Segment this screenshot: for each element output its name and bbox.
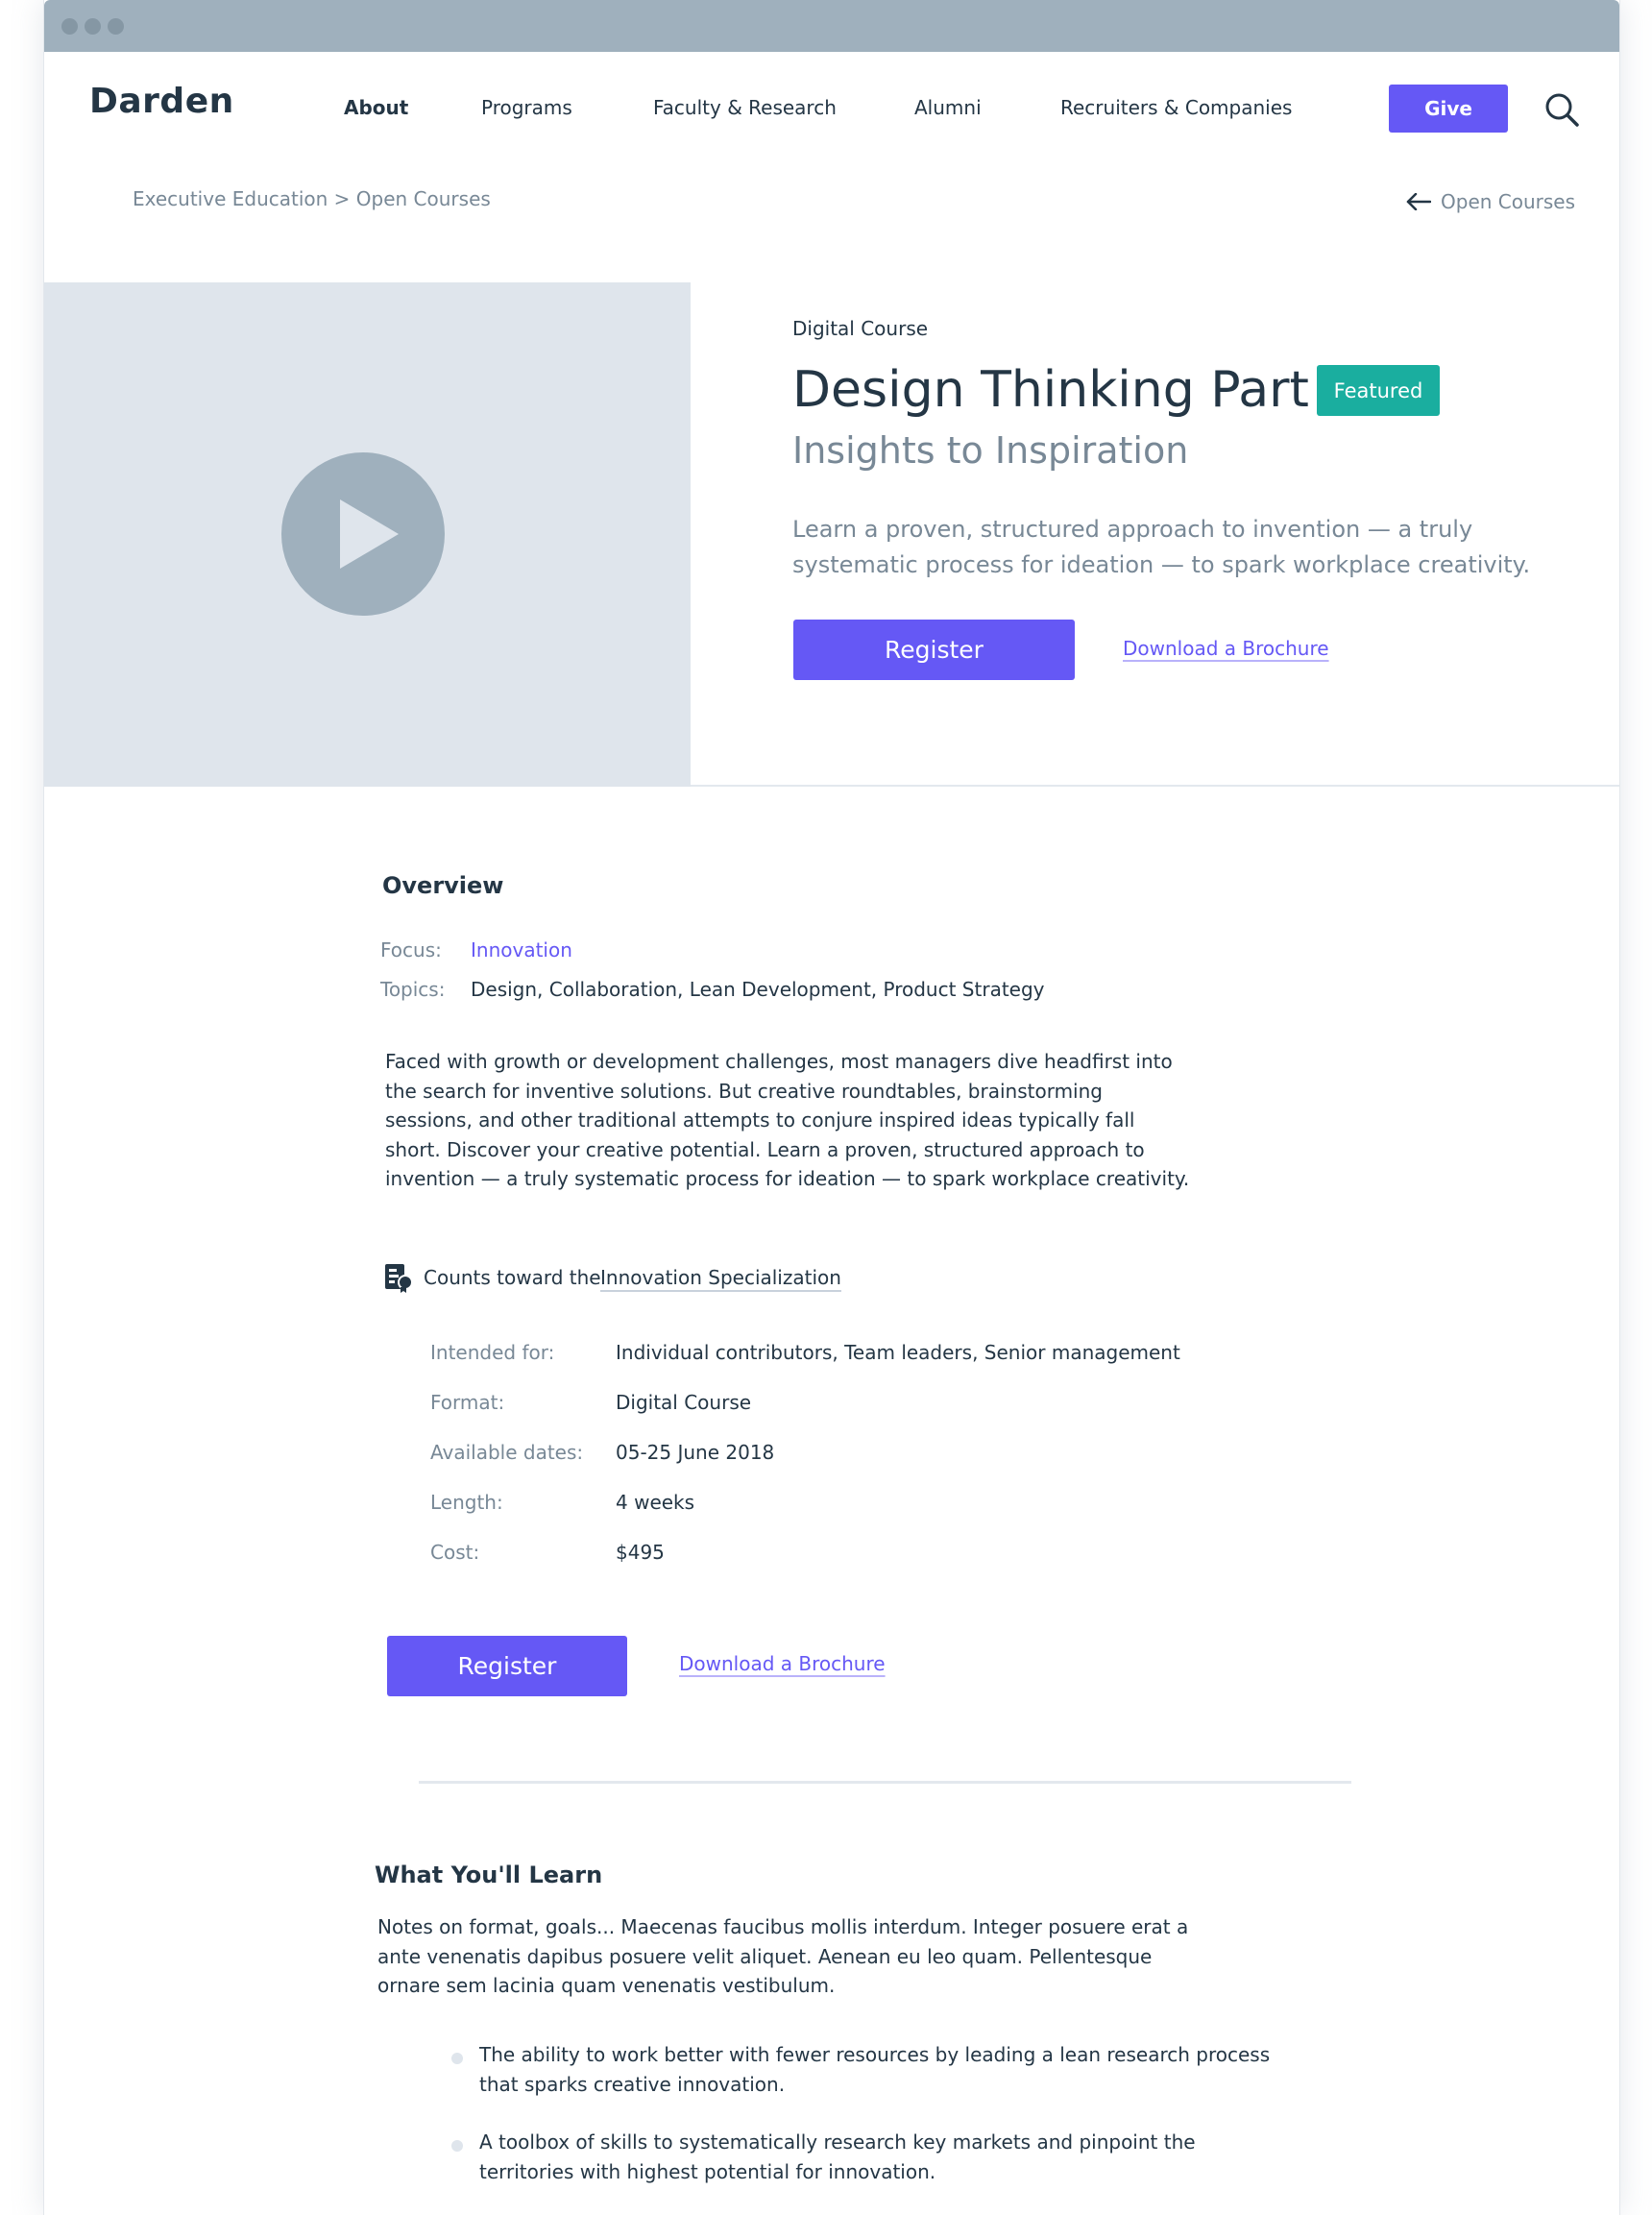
breadcrumb[interactable]: Executive Education > Open Courses — [133, 187, 491, 210]
spec-value: Individual contributors, Team leaders, S… — [616, 1341, 1180, 1364]
learn-intro: Notes on format, goals... Maecenas fauci… — [377, 1915, 1189, 1997]
topics-value: Design, Collaboration, Lean Development,… — [471, 978, 1045, 1001]
logo[interactable]: Darden — [89, 82, 234, 121]
specialization-icon — [384, 1263, 413, 1294]
nav-about[interactable]: About — [344, 96, 408, 119]
register-button[interactable]: Register — [793, 620, 1075, 680]
give-button[interactable]: Give — [1389, 85, 1508, 133]
featured-badge: Featured — [1317, 365, 1440, 416]
spec-value: $495 — [616, 1541, 665, 1564]
arrow-left-icon — [1406, 193, 1431, 210]
course-title: Design Thinking Part I — [792, 361, 1340, 419]
course-type-label: Digital Course — [792, 317, 929, 340]
learn-bullet: The ability to work better with fewer re… — [479, 2043, 1271, 2096]
window-dot[interactable] — [108, 18, 124, 35]
spec-label: Cost: — [430, 1541, 480, 1564]
spec-label: Intended for: — [430, 1341, 555, 1364]
focus-value-link[interactable]: Innovation — [471, 938, 572, 961]
spec-value: 05-25 June 2018 — [616, 1441, 775, 1464]
back-link-label: Open Courses — [1441, 190, 1576, 213]
window-dot[interactable] — [61, 18, 78, 35]
window-titlebar — [44, 0, 1619, 52]
course-summary: Learn a proven, structured approach to i… — [792, 516, 1531, 578]
section-divider — [419, 1781, 1351, 1784]
topics-label: Topics: — [380, 978, 446, 1001]
bullet-dot — [451, 2053, 463, 2064]
specialization-link[interactable]: Innovation Specialization — [600, 1266, 841, 1289]
spec-label: Length: — [430, 1491, 503, 1514]
counts-toward-text: Counts toward the — [424, 1266, 601, 1289]
window-dot[interactable] — [85, 18, 101, 35]
hero-divider — [691, 785, 1619, 787]
video-player[interactable] — [44, 282, 691, 787]
overview-body: Faced with growth or development challen… — [385, 1050, 1190, 1190]
search-icon[interactable] — [1543, 90, 1581, 129]
overview-heading: Overview — [382, 872, 504, 899]
learn-bullet: A toolbox of skills to systematically re… — [479, 2130, 1196, 2183]
focus-label: Focus: — [380, 938, 442, 961]
play-icon[interactable] — [281, 452, 445, 616]
course-subtitle: Insights to Inspiration — [792, 429, 1189, 472]
nav-alumni[interactable]: Alumni — [914, 96, 982, 119]
nav-recruiters-companies[interactable]: Recruiters & Companies — [1060, 96, 1292, 119]
back-to-open-courses-link[interactable]: Open Courses — [1406, 190, 1575, 213]
browser-window: Darden About Programs Faculty & Research… — [43, 0, 1620, 2215]
download-brochure-link-secondary[interactable]: Download a Brochure — [679, 1652, 886, 1675]
spec-value: 4 weeks — [616, 1491, 695, 1514]
register-button-secondary[interactable]: Register — [387, 1636, 627, 1696]
what-youll-learn-heading: What You'll Learn — [375, 1862, 603, 1888]
nav-faculty-research[interactable]: Faculty & Research — [653, 96, 837, 119]
nav-programs[interactable]: Programs — [481, 96, 572, 119]
bullet-dot — [451, 2140, 463, 2152]
spec-label: Format: — [430, 1391, 505, 1414]
spec-value: Digital Course — [616, 1391, 752, 1414]
download-brochure-link[interactable]: Download a Brochure — [1123, 637, 1329, 660]
spec-label: Available dates: — [430, 1441, 584, 1464]
